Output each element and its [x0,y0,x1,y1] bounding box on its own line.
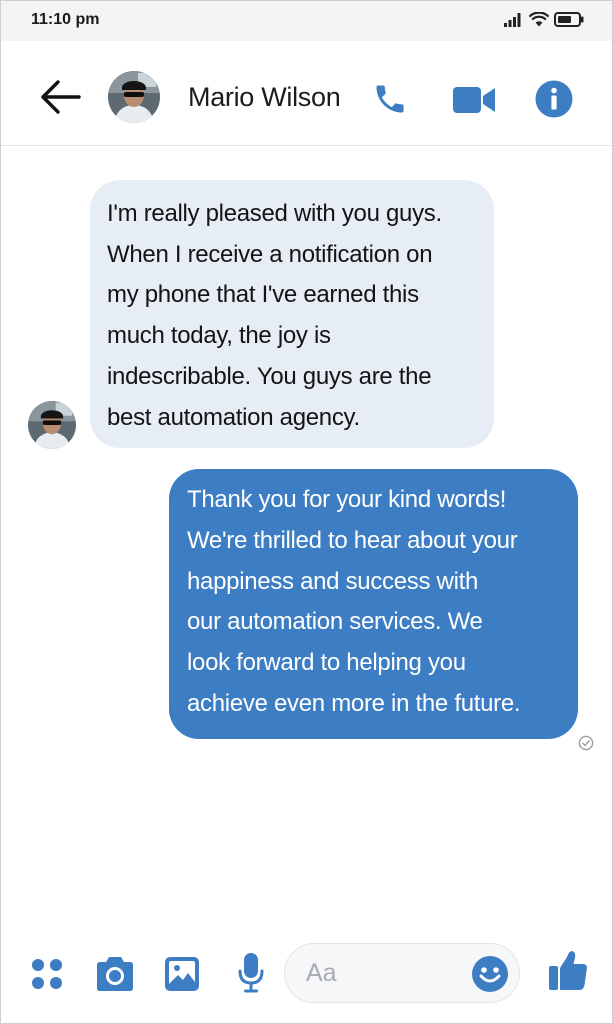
seen-check-icon [578,735,594,751]
incoming-message-bubble[interactable]: I'm really pleased with you guys. When I… [90,180,494,448]
message-line: happiness and success with [187,567,479,595]
camera-icon [97,957,133,991]
message-line: We're thrilled to hear about your [187,526,518,554]
gallery-button[interactable] [164,956,200,992]
outgoing-message-bubble[interactable]: Thank you for your kind words! We're thr… [169,469,578,739]
emoji-icon [472,956,508,992]
wifi-icon [529,12,549,27]
contact-name: Mario Wilson [188,82,341,112]
status-bar: 11:10 pm [1,1,612,41]
microphone-icon [238,953,264,993]
back-arrow-icon [41,80,81,114]
call-button[interactable] [371,81,409,117]
chat-screen: 11:10 pm Mario Wilson I'm really pleased… [0,0,613,1024]
message-line: achieve even more in the future. [187,689,521,717]
message-line: our automation services. We [187,608,483,636]
message-line: Thank you for your kind words! [187,486,507,513]
chat-header: Mario Wilson [1,41,612,146]
message-line: best automation agency. [107,403,360,431]
back-button[interactable] [39,79,81,115]
microphone-button[interactable] [237,952,265,994]
thumbs-up-icon [549,951,587,990]
message-line: indescribable. You guys are the [107,362,432,390]
signal-icon [504,12,524,27]
message-input-placeholder: Aa [306,959,337,987]
battery-icon [554,12,584,27]
apps-icon [32,959,62,989]
gallery-icon [165,957,199,991]
video-call-button[interactable] [452,85,496,115]
apps-button[interactable] [30,957,64,991]
info-icon [535,80,573,118]
camera-button[interactable] [94,956,136,992]
info-button[interactable] [535,80,573,118]
status-icons [504,12,584,27]
message-line: look forward to helping you [187,649,466,677]
message-line: my phone that I've earned this [107,281,419,309]
video-camera-icon [453,87,495,113]
like-button[interactable] [548,948,588,992]
status-time: 11:10 pm [31,11,100,28]
message-line: I'm really pleased with you guys. [107,200,442,227]
sender-avatar[interactable] [28,401,76,449]
composer-bar: Aa [1,931,612,1023]
message-line: much today, the joy is [107,322,331,350]
phone-icon [376,85,404,113]
emoji-button[interactable] [471,955,509,993]
contact-avatar[interactable] [108,71,160,123]
message-line: When I receive a notification on [107,240,433,268]
